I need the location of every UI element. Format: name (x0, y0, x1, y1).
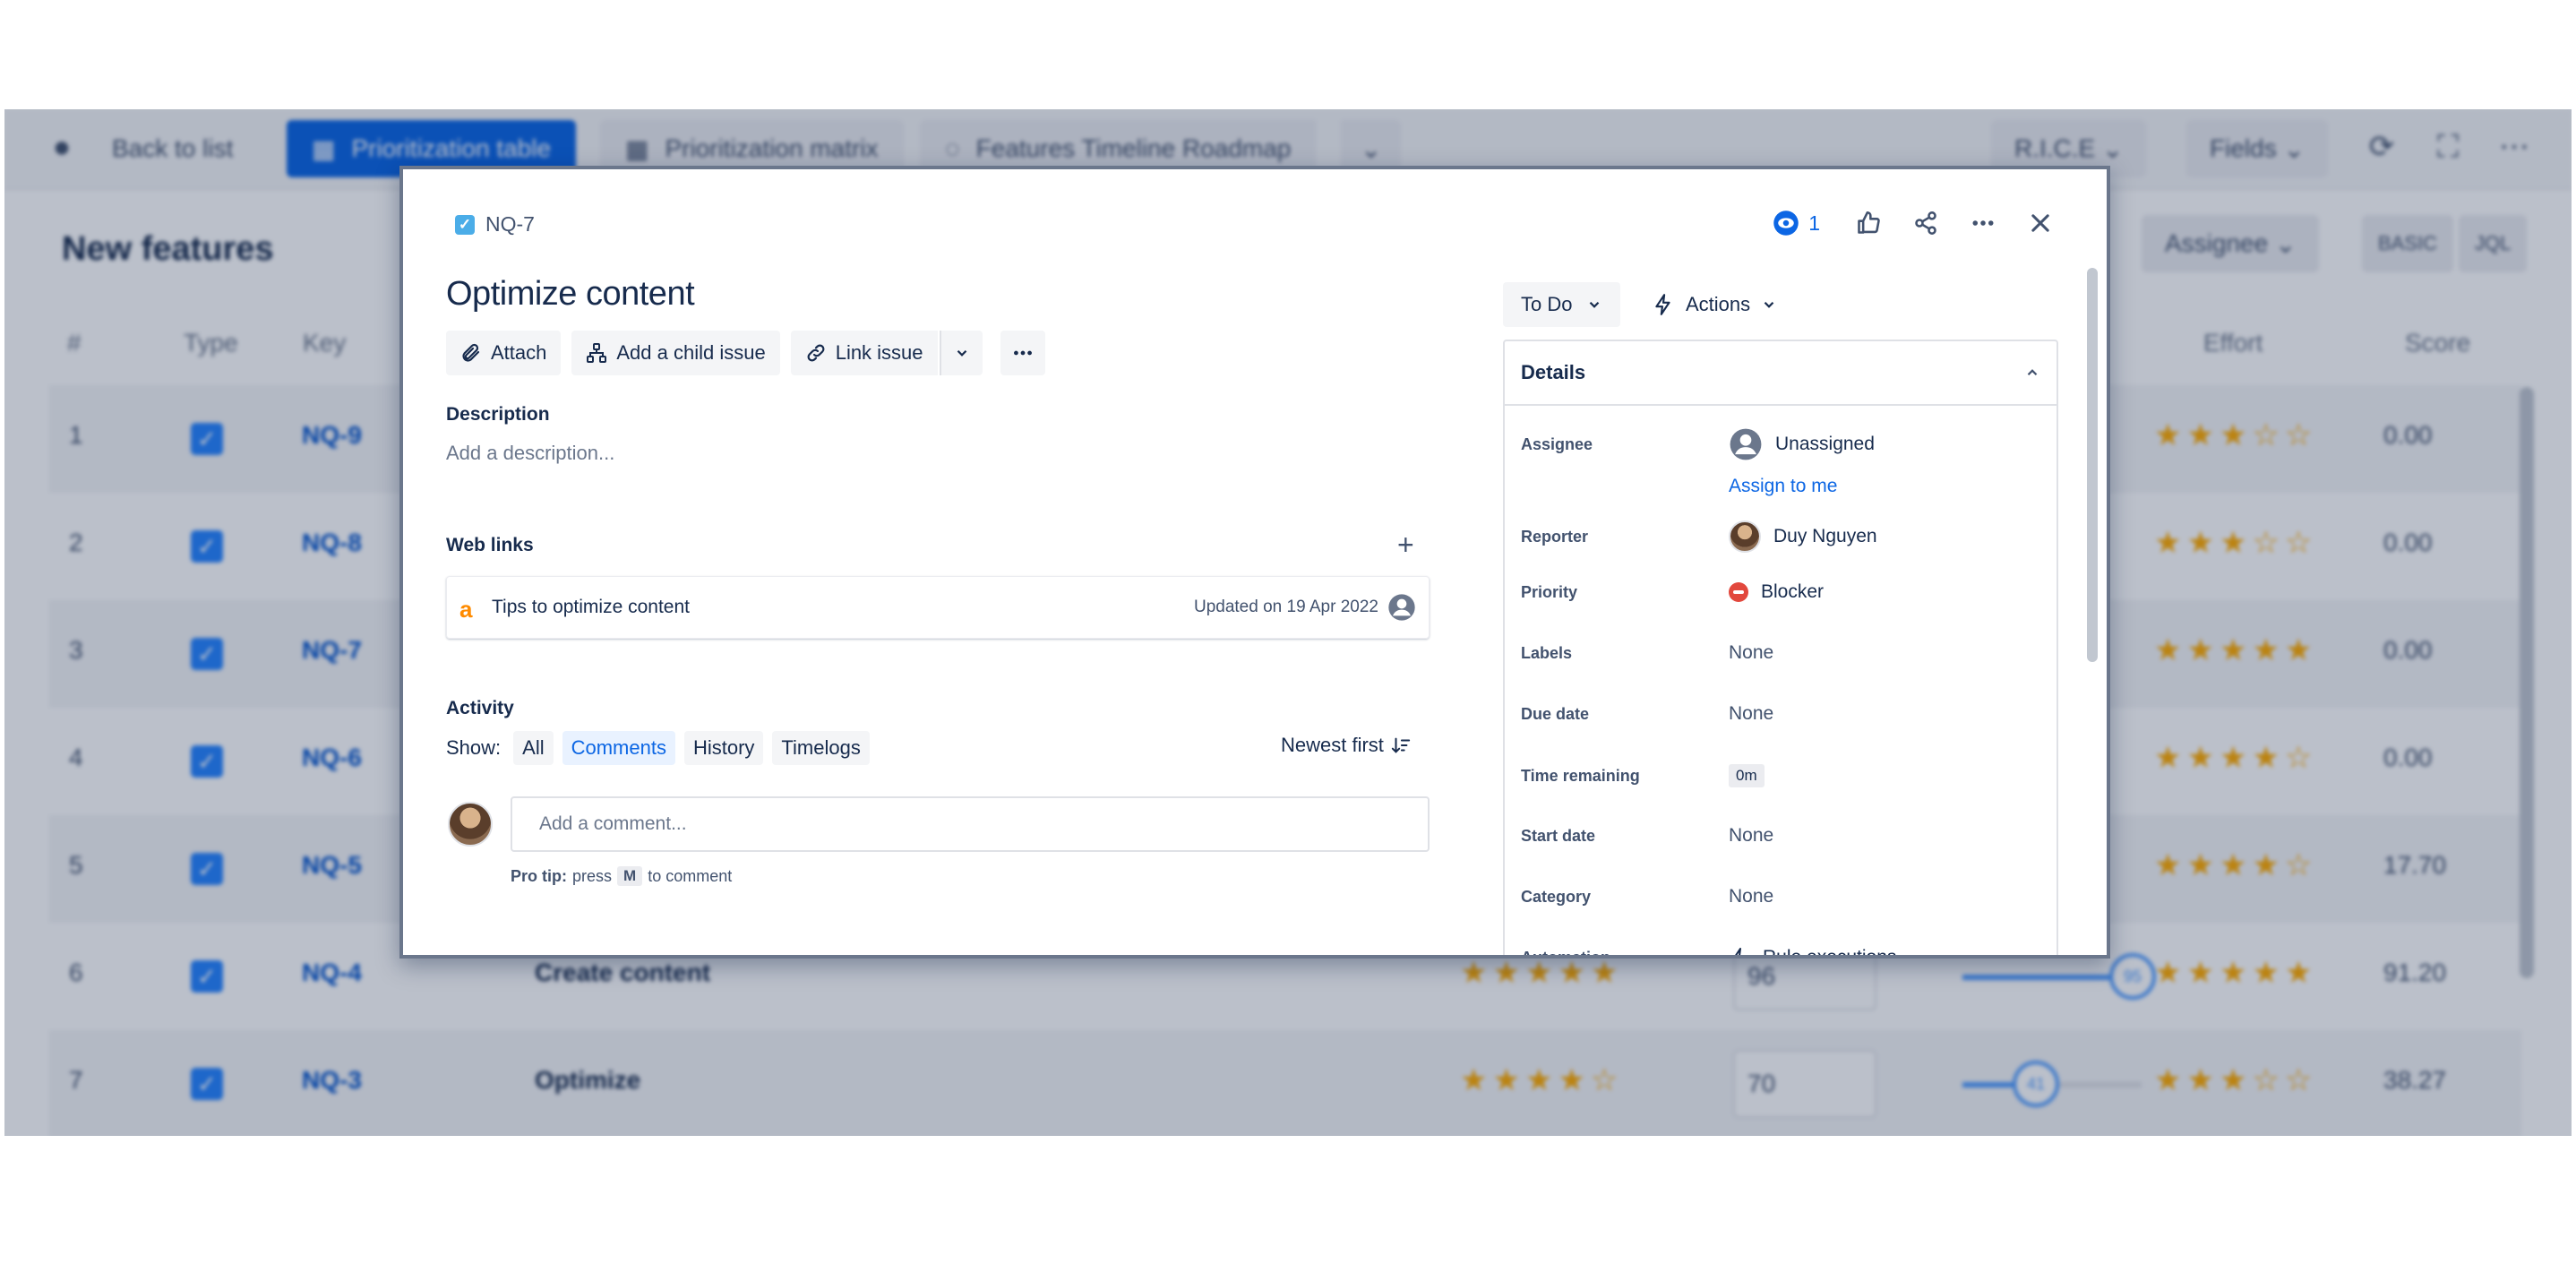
assignee-value[interactable]: Unassigned (1729, 427, 1875, 461)
show-label: Show: (446, 736, 502, 759)
site-favicon-icon: a (459, 596, 473, 623)
reporter-value[interactable]: Duy Nguyen (1729, 520, 1877, 553)
add-web-link-button[interactable]: + (1397, 530, 1414, 559)
rule-executions-link[interactable]: Rule executions (1729, 947, 1896, 955)
chevron-down-icon (1590, 301, 1600, 308)
actions-dropdown[interactable]: Actions (1637, 282, 1791, 327)
category-value[interactable]: None (1729, 886, 1773, 907)
modal-scrollbar[interactable] (2087, 268, 2098, 662)
field-labels: Labels None (1521, 642, 1774, 664)
description-label: Description (446, 404, 550, 425)
link-issue-dropdown[interactable] (939, 331, 983, 375)
comment-input[interactable]: Add a comment... (511, 796, 1430, 852)
issue-key-breadcrumb[interactable]: ✓ NQ-7 (455, 212, 535, 236)
web-link-title[interactable]: Tips to optimize content (492, 597, 690, 618)
chevron-down-icon (1764, 301, 1774, 308)
filter-history[interactable]: History (683, 731, 764, 765)
activity-filter: Show: All Comments History Timelogs (446, 731, 870, 765)
assign-to-me-row: Assign to me (1521, 476, 2040, 497)
activity-label: Activity (446, 698, 514, 718)
time-remaining-value[interactable]: 0m (1729, 764, 1765, 787)
details-panel: Details Assignee Unassigned Assign to me… (1503, 340, 2058, 955)
blocker-icon (1729, 582, 1748, 602)
hierarchy-icon (587, 343, 607, 363)
start-date-value[interactable]: None (1729, 825, 1773, 847)
pro-tip: Pro tip: press M to comment (511, 866, 733, 886)
toolbar-more-button[interactable] (1000, 331, 1045, 375)
lightning-icon (1735, 948, 1745, 955)
field-start-date: Start date None (1521, 825, 1774, 847)
labels-value[interactable]: None (1729, 642, 1773, 664)
issue-sidebar: To Do Actions Details Assignee Unassigne… (1503, 169, 2058, 955)
chevron-up-icon (2027, 369, 2038, 376)
status-dropdown[interactable]: To Do (1503, 282, 1621, 327)
lightning-icon (1655, 294, 1670, 315)
attach-button[interactable]: Attach (446, 331, 562, 375)
field-priority: Priority Blocker (1521, 581, 1825, 603)
web-link-item[interactable]: a Tips to optimize content Updated on 19… (446, 576, 1430, 639)
web-link-updated: Updated on 19 Apr 2022 (1193, 598, 1378, 616)
more-icon (1013, 350, 1032, 356)
user-avatar-icon (1730, 428, 1762, 460)
field-automation: Automation Rule executions (1521, 947, 2040, 955)
assign-to-me-link[interactable]: Assign to me (1729, 476, 1837, 497)
field-reporter: Reporter Duy Nguyen (1521, 520, 2040, 553)
priority-value[interactable]: Blocker (1729, 581, 1824, 603)
details-header[interactable]: Details (1505, 341, 2057, 406)
issue-title[interactable]: Optimize content (446, 275, 695, 314)
field-category: Category None (1521, 886, 1774, 907)
issue-key[interactable]: NQ-7 (485, 212, 535, 236)
sort-order-button[interactable]: Newest first (1281, 734, 1411, 757)
field-time-remaining: Time remaining 0m (1521, 764, 2040, 787)
filter-timelogs[interactable]: Timelogs (772, 731, 870, 765)
link-icon (807, 344, 825, 362)
user-avatar-icon (1388, 594, 1415, 621)
filter-all[interactable]: All (513, 731, 554, 765)
sort-descending-icon (1391, 737, 1411, 753)
due-date-value[interactable]: None (1729, 703, 1773, 725)
task-type-icon: ✓ (455, 214, 475, 235)
reporter-avatar (1729, 520, 1761, 553)
description-editor[interactable]: Add a description... (446, 442, 614, 465)
filter-comments[interactable]: Comments (562, 731, 675, 765)
field-assignee: Assignee Unassigned (1521, 427, 2040, 461)
web-links-label: Web links (446, 535, 534, 555)
add-child-issue-button[interactable]: Add a child issue (571, 331, 780, 375)
chevron-down-icon (957, 349, 966, 357)
current-user-avatar (448, 802, 493, 847)
issue-toolbar: Attach Add a child issue Link issue (446, 331, 1045, 375)
link-issue-button[interactable]: Link issue (790, 331, 938, 375)
paperclip-icon (462, 343, 480, 362)
field-due-date: Due date None (1521, 703, 1774, 725)
issue-modal: ✓ NQ-7 1 Optimize content Attach Add a c… (399, 166, 2110, 959)
